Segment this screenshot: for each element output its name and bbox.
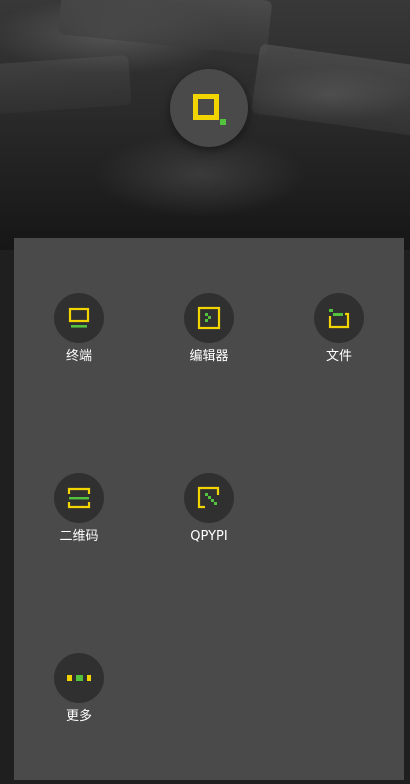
folder-icon bbox=[328, 309, 350, 329]
app-label: 终端 bbox=[65, 349, 92, 364]
folder-icon-circle bbox=[314, 293, 364, 343]
app-label: 文件 bbox=[325, 349, 352, 364]
app-grid-panel: 终端 编辑器 文件 二维码 QPYPI 更多 bbox=[14, 238, 404, 780]
more-dots-icon bbox=[67, 675, 91, 681]
app-label: QPYPI bbox=[190, 529, 228, 544]
app-qrcode[interactable]: 二维码 bbox=[19, 473, 139, 545]
editor-icon bbox=[197, 306, 221, 330]
editor-icon-circle bbox=[184, 293, 234, 343]
logo-square-icon bbox=[193, 94, 219, 120]
app-terminal[interactable]: 终端 bbox=[19, 293, 139, 365]
app-logo bbox=[170, 69, 248, 147]
app-label: 更多 bbox=[65, 709, 92, 724]
background-shape bbox=[250, 43, 410, 137]
background-shape bbox=[0, 54, 132, 116]
terminal-icon-circle bbox=[54, 293, 104, 343]
app-qpypi[interactable]: QPYPI bbox=[149, 473, 269, 545]
app-editor[interactable]: 编辑器 bbox=[149, 293, 269, 365]
app-label: 编辑器 bbox=[189, 349, 229, 364]
app-label: 二维码 bbox=[59, 529, 99, 544]
background-shape bbox=[57, 0, 273, 56]
package-icon bbox=[197, 486, 220, 509]
terminal-icon bbox=[68, 307, 90, 328]
more-dots-icon-circle bbox=[54, 653, 104, 703]
logo-dot-icon bbox=[220, 119, 226, 125]
package-icon-circle bbox=[184, 473, 234, 523]
app-files[interactable]: 文件 bbox=[279, 293, 399, 365]
qr-scan-icon-circle bbox=[54, 473, 104, 523]
qr-scan-icon bbox=[67, 487, 91, 509]
app-more[interactable]: 更多 bbox=[19, 653, 139, 725]
